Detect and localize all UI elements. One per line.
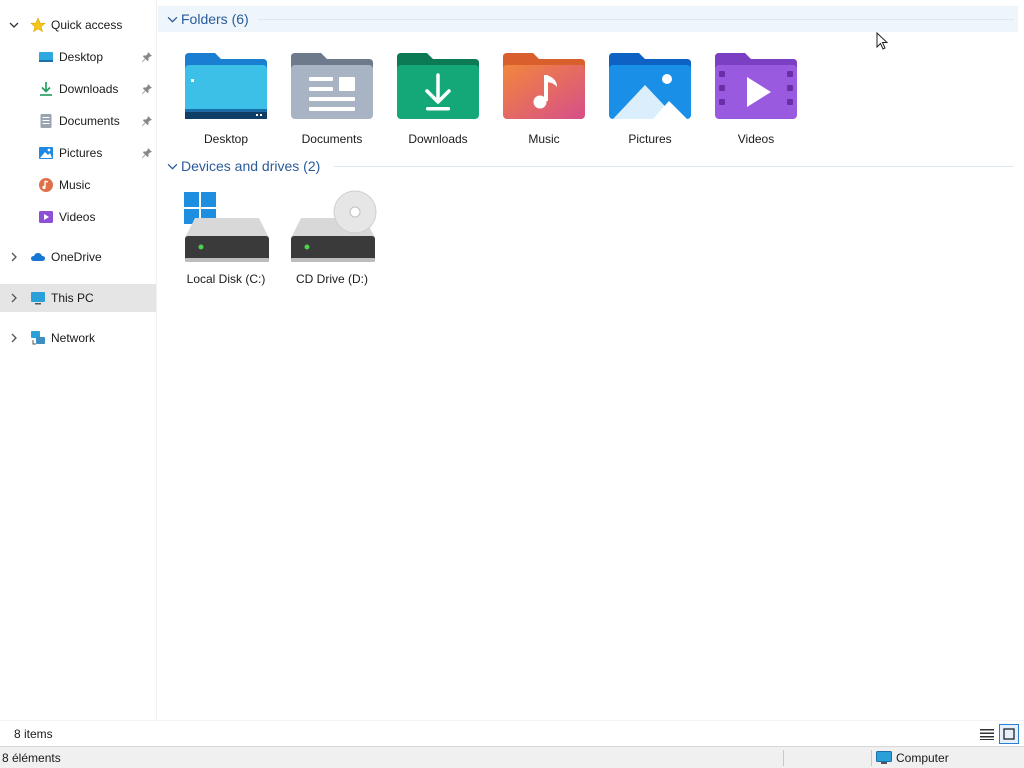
drive-tile-cd-drive[interactable]: CD Drive (D:) [282, 180, 382, 290]
chevron-right-icon[interactable] [8, 251, 20, 263]
music-icon [38, 177, 54, 193]
pin-icon[interactable] [141, 147, 153, 159]
pictures-icon [38, 145, 54, 161]
folder-label: Music [528, 132, 560, 146]
documents-folder-icon [287, 48, 377, 124]
videos-icon [38, 209, 54, 225]
mouse-cursor-icon [876, 31, 890, 52]
desktop-icon [38, 49, 54, 65]
group-divider [258, 19, 1014, 20]
chevron-down-icon[interactable] [166, 160, 178, 172]
zone-label: Computer [896, 751, 949, 765]
nav-item-desktop[interactable]: Desktop [0, 43, 156, 71]
folder-tile-pictures[interactable]: Pictures [600, 40, 700, 150]
nav-item-label: Pictures [59, 146, 103, 160]
music-folder-icon [499, 48, 589, 124]
group-title: Folders (6) [181, 11, 249, 27]
chevron-down-icon[interactable] [166, 13, 178, 25]
nav-quick-access[interactable]: Quick access [0, 11, 156, 39]
hard-drive-icon [181, 188, 271, 264]
computer-icon [876, 751, 892, 764]
nav-onedrive[interactable]: OneDrive [0, 243, 156, 271]
cd-drive-icon [287, 188, 377, 264]
zone-indicator: Computer [876, 749, 949, 767]
videos-folder-icon [711, 48, 801, 124]
nav-item-pictures[interactable]: Pictures [0, 139, 156, 167]
pictures-folder-icon [605, 48, 695, 124]
status-separator [783, 750, 784, 766]
folder-label: Desktop [203, 132, 249, 146]
item-count: 8 items [14, 727, 53, 741]
pin-icon[interactable] [141, 83, 153, 95]
drive-label: CD Drive (D:) [296, 272, 368, 286]
folder-label: Documents [301, 132, 363, 146]
group-divider [334, 166, 1014, 167]
chevron-right-icon[interactable] [8, 292, 20, 304]
downloads-folder-icon [393, 48, 483, 124]
group-header-devices[interactable]: Devices and drives (2) [158, 153, 1018, 179]
nav-item-downloads[interactable]: Downloads [0, 75, 156, 103]
status-separator [871, 750, 872, 766]
folder-label: Videos [737, 132, 775, 146]
nav-item-documents[interactable]: Documents [0, 107, 156, 135]
cloud-icon [30, 249, 46, 265]
nav-network[interactable]: Network [0, 324, 156, 352]
folder-tile-downloads[interactable]: Downloads [388, 40, 488, 150]
tiles-view-icon [1003, 728, 1015, 740]
downloads-icon [38, 81, 54, 97]
folder-tile-desktop[interactable]: Desktop [176, 40, 276, 150]
nav-item-videos[interactable]: Videos [0, 203, 156, 231]
nav-item-label: Downloads [59, 82, 119, 96]
content-pane: Folders (6) Desktop Documents Downloads … [158, 0, 1024, 720]
nav-onedrive-label: OneDrive [51, 250, 102, 264]
nav-this-pc[interactable]: This PC [0, 284, 156, 312]
folder-tile-music[interactable]: Music [494, 40, 594, 150]
pin-icon[interactable] [141, 115, 153, 127]
details-view-button[interactable] [977, 724, 997, 744]
list-view-icon [980, 729, 994, 740]
desktop-folder-icon [181, 48, 271, 124]
pin-icon[interactable] [141, 51, 153, 63]
group-header-folders[interactable]: Folders (6) [158, 6, 1018, 32]
nav-item-music[interactable]: Music [0, 171, 156, 199]
folder-label: Downloads [408, 132, 468, 146]
nav-this-pc-label: This PC [51, 291, 94, 305]
navigation-pane: Quick access Desktop Downloads Documents [0, 0, 157, 720]
folder-tile-videos[interactable]: Videos [706, 40, 806, 150]
star-icon [30, 17, 46, 33]
element-count: 8 éléments [2, 751, 61, 765]
documents-icon [38, 113, 54, 129]
nav-item-label: Desktop [59, 50, 104, 64]
folder-label: Pictures [628, 132, 672, 146]
network-icon [30, 330, 46, 346]
nav-item-label: Music [59, 178, 91, 192]
nav-quick-access-label: Quick access [51, 18, 123, 32]
group-title: Devices and drives (2) [181, 158, 321, 174]
chevron-down-icon[interactable] [8, 19, 20, 31]
nav-item-label: Documents [59, 114, 120, 128]
monitor-icon [30, 290, 46, 306]
nav-network-label: Network [51, 331, 96, 345]
chevron-right-icon[interactable] [8, 332, 20, 344]
nav-item-label: Videos [59, 210, 96, 224]
window-status-bar: 8 éléments Computer [0, 746, 1024, 768]
status-bar: 8 items [0, 720, 1024, 746]
drive-label: Local Disk (C:) [186, 272, 266, 286]
large-icons-view-button[interactable] [999, 724, 1019, 744]
drive-tile-local-disk[interactable]: Local Disk (C:) [176, 180, 276, 290]
folder-tile-documents[interactable]: Documents [282, 40, 382, 150]
